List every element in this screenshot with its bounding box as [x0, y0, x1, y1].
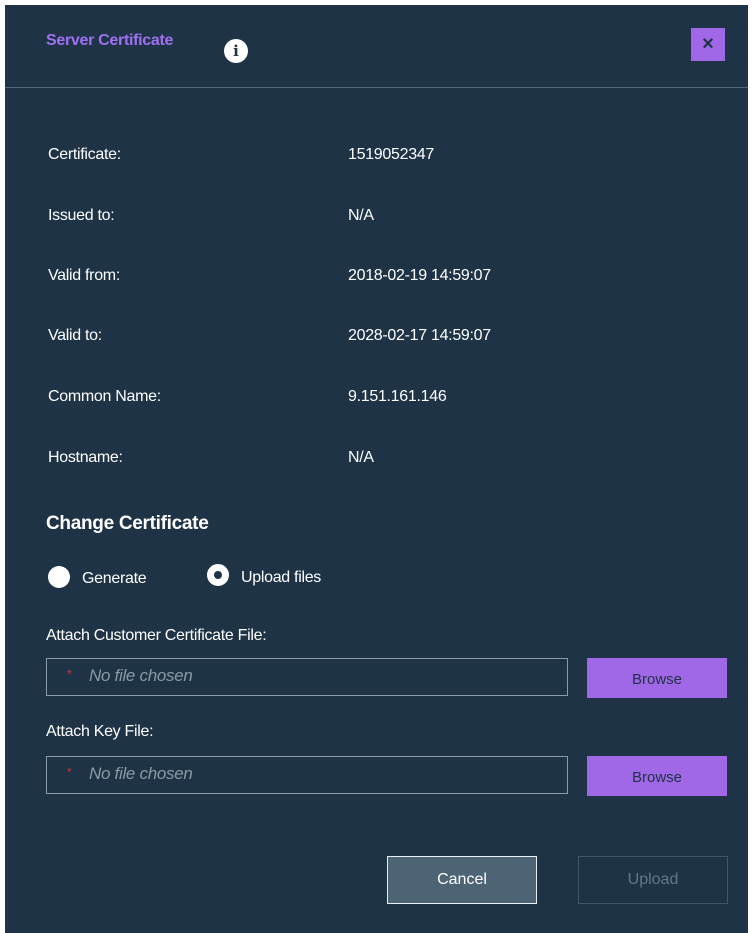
detail-label: Issued to:: [48, 207, 115, 224]
browse-key-button[interactable]: Browse: [587, 756, 727, 796]
close-button[interactable]: ×: [691, 28, 725, 61]
detail-label: Hostname:: [48, 449, 123, 466]
radio-label: Generate: [82, 570, 147, 587]
required-mark: *: [67, 667, 72, 681]
detail-row-hostname: Hostname: N/A: [48, 449, 708, 479]
radio-selected-icon[interactable]: [207, 564, 229, 586]
attach-certificate-label: Attach Customer Certificate File:: [46, 627, 267, 644]
detail-value: 1519052347: [348, 146, 434, 163]
detail-value: 9.151.161.146: [348, 388, 447, 405]
detail-label: Common Name:: [48, 388, 161, 405]
radio-generate[interactable]: Generate: [48, 563, 147, 591]
info-icon[interactable]: i: [224, 39, 248, 63]
dialog-header: Server Certificate i ×: [5, 5, 748, 88]
file-placeholder: No file chosen: [89, 666, 193, 685]
detail-value: N/A: [348, 207, 374, 224]
detail-value: 2028-02-17 14:59:07: [348, 327, 491, 344]
key-file-field[interactable]: * No file chosen: [46, 756, 568, 794]
detail-row-valid-to: Valid to: 2028-02-17 14:59:07: [48, 327, 708, 357]
dialog-title: Server Certificate: [46, 32, 174, 49]
detail-label: Valid to:: [48, 327, 102, 344]
cancel-button[interactable]: Cancel: [387, 856, 537, 904]
radio-upload-files[interactable]: Upload files: [207, 561, 321, 589]
radio-unselected-icon[interactable]: [48, 566, 70, 588]
detail-label: Valid from:: [48, 267, 120, 284]
server-certificate-dialog: Server Certificate i × Certificate: 1519…: [5, 5, 748, 933]
radio-label: Upload files: [241, 569, 322, 586]
attach-key-label: Attach Key File:: [46, 723, 154, 740]
change-certificate-heading: Change Certificate: [46, 513, 209, 534]
browse-certificate-button[interactable]: Browse: [587, 658, 727, 698]
required-mark: *: [67, 765, 72, 779]
detail-value: 2018-02-19 14:59:07: [348, 267, 491, 284]
detail-label: Certificate:: [48, 146, 121, 163]
detail-row-valid-from: Valid from: 2018-02-19 14:59:07: [48, 267, 708, 297]
file-placeholder: No file chosen: [89, 764, 193, 783]
detail-row-common-name: Common Name: 9.151.161.146: [48, 388, 708, 418]
upload-button[interactable]: Upload: [578, 856, 728, 904]
detail-row-certificate: Certificate: 1519052347: [48, 146, 708, 176]
certificate-file-field[interactable]: * No file chosen: [46, 658, 568, 696]
detail-row-issued-to: Issued to: N/A: [48, 207, 708, 237]
detail-value: N/A: [348, 449, 374, 466]
close-icon: ×: [702, 33, 714, 55]
